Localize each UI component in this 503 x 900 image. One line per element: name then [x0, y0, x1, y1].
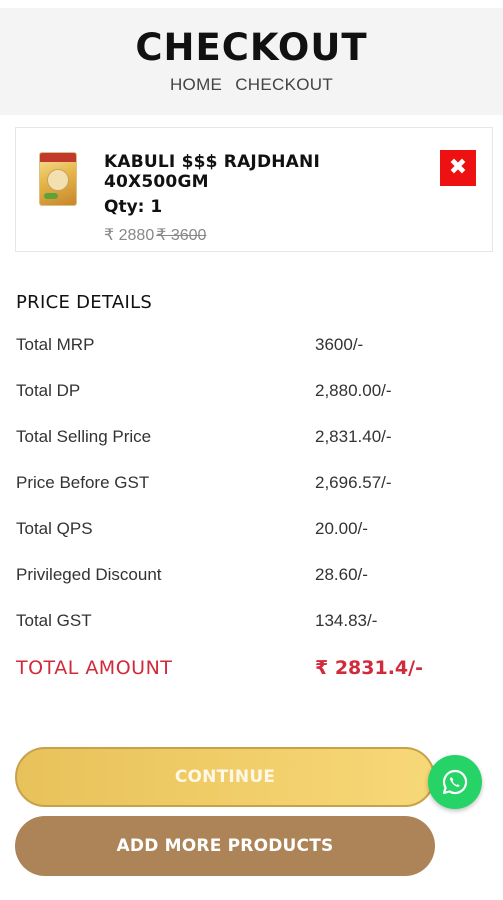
price-row-total-dp: Total DP 2,880.00/- — [16, 381, 486, 427]
page-title: CHECKOUT — [135, 26, 368, 69]
product-mrp-strikethrough: ₹ 3600 — [156, 227, 207, 244]
product-prices: ₹ 2880 ₹ 3600 — [104, 225, 206, 245]
price-label: Total DP — [16, 381, 81, 400]
price-details-list: Total MRP 3600/- Total DP 2,880.00/- Tot… — [16, 335, 486, 697]
price-row-privileged-discount: Privileged Discount 28.60/- — [16, 565, 486, 611]
price-label: Total Selling Price — [16, 427, 152, 446]
breadcrumb: HOME CHECKOUT — [0, 75, 503, 95]
continue-button[interactable]: CONTINUE — [15, 747, 435, 807]
price-row-total-selling-price: Total Selling Price 2,831.40/- — [16, 427, 486, 473]
close-icon: ✖ — [448, 155, 468, 180]
product-image-leaf — [44, 193, 58, 199]
whatsapp-icon — [442, 769, 468, 795]
product-selling-price: ₹ 2880 — [104, 227, 155, 244]
price-details-section: PRICE DETAILS Total MRP 3600/- Total DP … — [16, 292, 486, 697]
breadcrumb-current: CHECKOUT — [235, 75, 334, 94]
price-row-total-mrp: Total MRP 3600/- — [16, 335, 486, 381]
page-header: CHECKOUT HOME CHECKOUT — [0, 8, 503, 115]
add-more-products-button[interactable]: ADD MORE PRODUCTS — [15, 816, 435, 876]
product-image-window — [47, 169, 69, 191]
price-label: Total GST — [16, 611, 92, 630]
price-row-total-gst: Total GST 134.83/- — [16, 611, 486, 657]
cart-item-card: KABULI $$$ RAJDHANI 40X500GM Qty: 1 ₹ 28… — [15, 127, 493, 252]
price-value: 20.00/- — [315, 519, 368, 538]
breadcrumb-home-link[interactable]: HOME — [170, 75, 222, 94]
whatsapp-chat-button[interactable] — [428, 755, 482, 809]
price-row-total-qps: Total QPS 20.00/- — [16, 519, 486, 565]
price-details-heading: PRICE DETAILS — [16, 292, 153, 313]
total-amount-label: TOTAL AMOUNT — [16, 657, 173, 679]
price-value: 2,880.00/- — [315, 381, 392, 400]
total-amount-value: ₹ 2831.4/- — [315, 657, 423, 679]
price-value: 2,696.57/- — [315, 473, 392, 492]
product-image-stripe — [40, 153, 76, 162]
price-value: 2,831.40/- — [315, 427, 392, 446]
price-value: 28.60/- — [315, 565, 368, 584]
product-image[interactable] — [39, 152, 77, 206]
total-amount-row: TOTAL AMOUNT ₹ 2831.4/- — [16, 657, 486, 697]
price-label: Total MRP — [16, 335, 95, 354]
price-value: 3600/- — [315, 335, 364, 354]
price-label: Total QPS — [16, 519, 93, 538]
price-row-price-before-gst: Price Before GST 2,696.57/- — [16, 473, 486, 519]
remove-item-button[interactable]: ✖ — [440, 150, 476, 186]
price-label: Price Before GST — [16, 473, 150, 492]
price-label: Privileged Discount — [16, 565, 162, 584]
product-name[interactable]: KABULI $$$ RAJDHANI 40X500GM — [104, 152, 374, 192]
price-value: 134.83/- — [315, 611, 378, 630]
product-quantity: Qty: 1 — [104, 197, 163, 217]
